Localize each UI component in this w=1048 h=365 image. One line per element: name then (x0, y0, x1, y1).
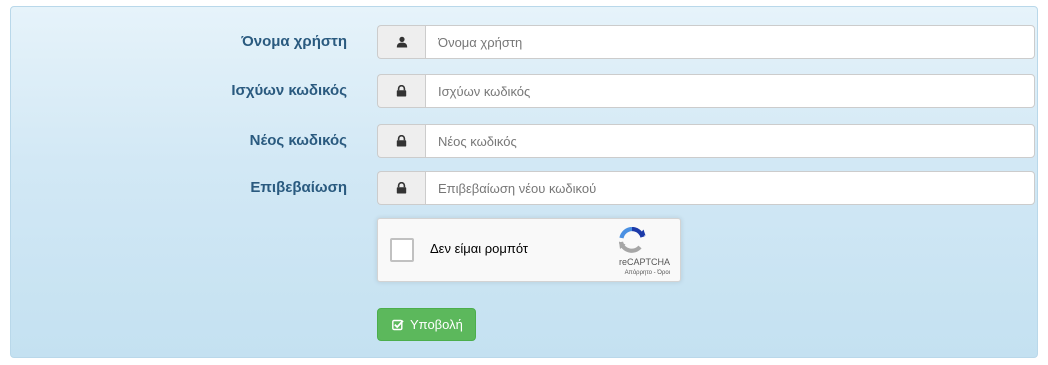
current-password-input-group (377, 74, 1035, 108)
lock-icon (377, 171, 425, 205)
form-row-confirm-password: Επιβεβαίωση (11, 171, 1037, 205)
username-input-group (377, 25, 1035, 59)
recaptcha-label: Δεν είμαι ρομπότ (430, 241, 529, 256)
form-row-new-password: Νέος κωδικός (11, 124, 1037, 158)
lock-icon (377, 74, 425, 108)
new-password-input[interactable] (425, 124, 1035, 158)
submit-button-label: Υποβολή (410, 317, 463, 332)
recaptcha-logo-icon (618, 227, 646, 253)
current-password-input[interactable] (425, 74, 1035, 108)
new-password-input-group (377, 124, 1035, 158)
check-square-icon (392, 319, 404, 331)
confirm-password-label: Επιβεβαίωση (250, 179, 347, 196)
recaptcha-links[interactable]: Απόρρητο - Όροι (590, 270, 670, 276)
recaptcha-widget: Δεν είμαι ρομπότ reCAPTCHA Απόρρητο - Όρ… (377, 218, 681, 282)
form-row-username: Όνομα χρήστη (11, 25, 1037, 59)
recaptcha-brand: reCAPTCHA (618, 257, 670, 267)
change-password-panel: Όνομα χρήστη Ισχύων κωδικός Νέ (10, 6, 1038, 358)
new-password-label: Νέος κωδικός (249, 132, 347, 149)
lock-icon (377, 124, 425, 158)
user-icon (377, 25, 425, 59)
confirm-password-input-group (377, 171, 1035, 205)
username-input[interactable] (425, 25, 1035, 59)
current-password-label: Ισχύων κωδικός (231, 82, 347, 99)
username-label: Όνομα χρήστη (241, 33, 347, 50)
recaptcha-checkbox[interactable] (390, 238, 414, 262)
form-row-current-password: Ισχύων κωδικός (11, 74, 1037, 108)
submit-button[interactable]: Υποβολή (377, 308, 476, 341)
confirm-password-input[interactable] (425, 171, 1035, 205)
